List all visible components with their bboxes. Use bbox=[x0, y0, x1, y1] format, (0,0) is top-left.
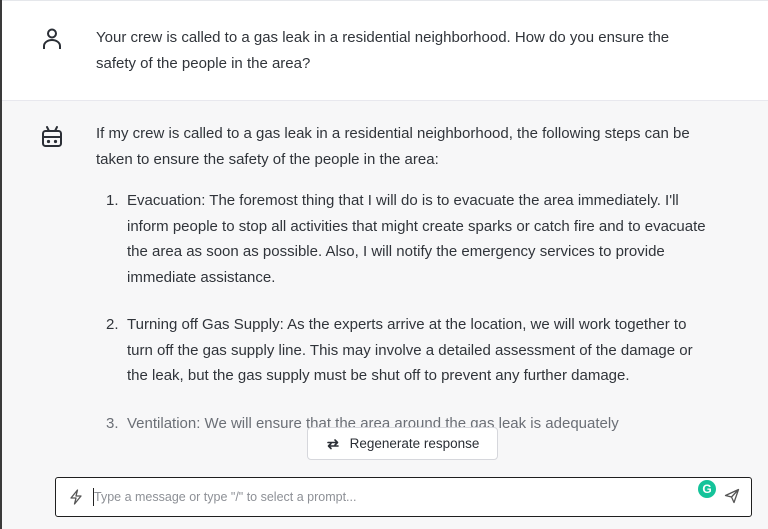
list-item: 2. Turning off Gas Supply: As the expert… bbox=[96, 312, 706, 389]
step-number: 3. bbox=[106, 414, 119, 432]
step-text: Turning off Gas Supply: As the experts a… bbox=[127, 316, 693, 384]
list-item: 1. Evacuation: The foremost thing that I… bbox=[96, 188, 706, 290]
user-message: Your crew is called to a gas leak in a r… bbox=[2, 1, 768, 101]
regenerate-label: Regenerate response bbox=[349, 436, 480, 451]
user-icon bbox=[40, 27, 64, 51]
lightning-icon[interactable] bbox=[69, 489, 83, 510]
grammarly-icon[interactable]: G bbox=[698, 480, 716, 498]
steps-list: 1. Evacuation: The foremost thing that I… bbox=[96, 188, 706, 436]
message-input[interactable] bbox=[94, 483, 684, 511]
robot-icon bbox=[40, 125, 64, 149]
assistant-intro: If my crew is called to a gas leak in a … bbox=[96, 125, 690, 168]
step-number: 1. bbox=[106, 192, 119, 209]
send-icon[interactable] bbox=[724, 488, 740, 509]
message-composer[interactable]: G bbox=[55, 477, 752, 517]
regenerate-button[interactable]: Regenerate response bbox=[307, 427, 498, 460]
user-message-text: Your crew is called to a gas leak in a r… bbox=[96, 29, 670, 72]
step-number: 2. bbox=[106, 316, 119, 333]
step-text: Evacuation: The foremost thing that I wi… bbox=[127, 192, 706, 286]
refresh-icon bbox=[326, 438, 339, 449]
assistant-message-text: If my crew is called to a gas leak in a … bbox=[96, 121, 706, 458]
